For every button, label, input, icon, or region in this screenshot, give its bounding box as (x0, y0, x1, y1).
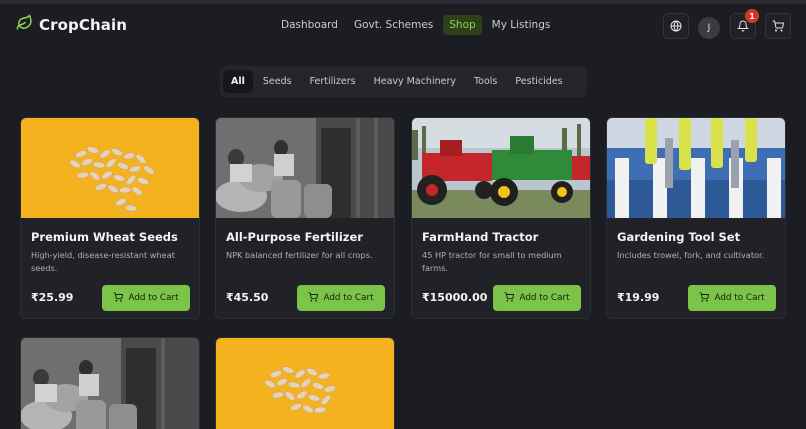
add-to-cart-button[interactable]: Add to Cart (297, 285, 385, 311)
nav-dashboard[interactable]: Dashboard (275, 15, 344, 35)
cart-icon (308, 291, 319, 305)
product-description: NPK balanced fertilizer for all crops. (226, 250, 373, 260)
add-to-cart-label: Add to Cart (519, 293, 570, 303)
add-to-cart-button[interactable]: Add to Cart (493, 285, 581, 311)
globe-icon (670, 17, 682, 36)
product-image (216, 118, 394, 218)
add-to-cart-label: Add to Cart (714, 293, 765, 303)
add-to-cart-label: Add to Cart (323, 293, 374, 303)
nav-my-listings[interactable]: My Listings (486, 15, 557, 35)
tab-all[interactable]: All (223, 70, 253, 93)
cart-icon (772, 17, 784, 36)
product-description: High-yield, disease-resistant wheat seed… (31, 250, 175, 273)
product-image (21, 118, 199, 218)
cart-button[interactable] (765, 13, 791, 39)
product-image (412, 118, 590, 218)
product-title: Gardening Tool Set (617, 230, 741, 244)
language-button[interactable] (663, 13, 689, 39)
category-tabs: All Seeds Fertilizers Heavy Machinery To… (220, 66, 587, 97)
product-description: 45 HP tractor for small to medium farms. (422, 250, 562, 273)
product-card: Gardening Tool Set Includes trowel, fork… (606, 117, 786, 319)
nav-govt-schemes[interactable]: Govt. Schemes (348, 15, 439, 35)
notification-badge: 1 (745, 9, 759, 23)
cart-icon (699, 291, 710, 305)
tab-tools[interactable]: Tools (466, 70, 505, 93)
add-to-cart-button[interactable]: Add to Cart (102, 285, 190, 311)
product-card: All-Purpose Fertilizer NPK balanced fert… (215, 117, 395, 319)
product-card: FarmHand Tractor 45 HP tractor for small… (411, 117, 591, 319)
product-card (20, 337, 200, 429)
product-description: Includes trowel, fork, and cultivator. (617, 250, 765, 260)
product-image (607, 118, 785, 218)
brand-name: CropChain (39, 15, 127, 34)
product-price: ₹15000.00 (422, 291, 488, 304)
product-image (21, 338, 199, 429)
tab-seeds[interactable]: Seeds (255, 70, 300, 93)
product-price: ₹25.99 (31, 291, 74, 304)
brand[interactable]: CropChain (16, 14, 127, 35)
product-title: FarmHand Tractor (422, 230, 539, 244)
leaf-logo-icon (16, 14, 33, 35)
product-title: All-Purpose Fertilizer (226, 230, 363, 244)
top-header: CropChain Dashboard Govt. Schemes Shop M… (0, 4, 806, 46)
add-to-cart-button[interactable]: Add to Cart (688, 285, 776, 311)
main-nav: Dashboard Govt. Schemes Shop My Listings (275, 15, 556, 35)
product-title: Premium Wheat Seeds (31, 230, 178, 244)
tab-heavy-machinery[interactable]: Heavy Machinery (366, 70, 464, 93)
avatar[interactable]: J (698, 17, 720, 39)
product-card (215, 337, 395, 429)
add-to-cart-label: Add to Cart (128, 293, 179, 303)
cart-icon (504, 291, 515, 305)
product-card: Premium Wheat Seeds High-yield, disease-… (20, 117, 200, 319)
tab-pesticides[interactable]: Pesticides (507, 70, 570, 93)
cart-icon (113, 291, 124, 305)
product-image (216, 338, 394, 429)
product-price: ₹19.99 (617, 291, 660, 304)
nav-shop[interactable]: Shop (443, 15, 482, 35)
product-price: ₹45.50 (226, 291, 269, 304)
tab-fertilizers[interactable]: Fertilizers (302, 70, 364, 93)
